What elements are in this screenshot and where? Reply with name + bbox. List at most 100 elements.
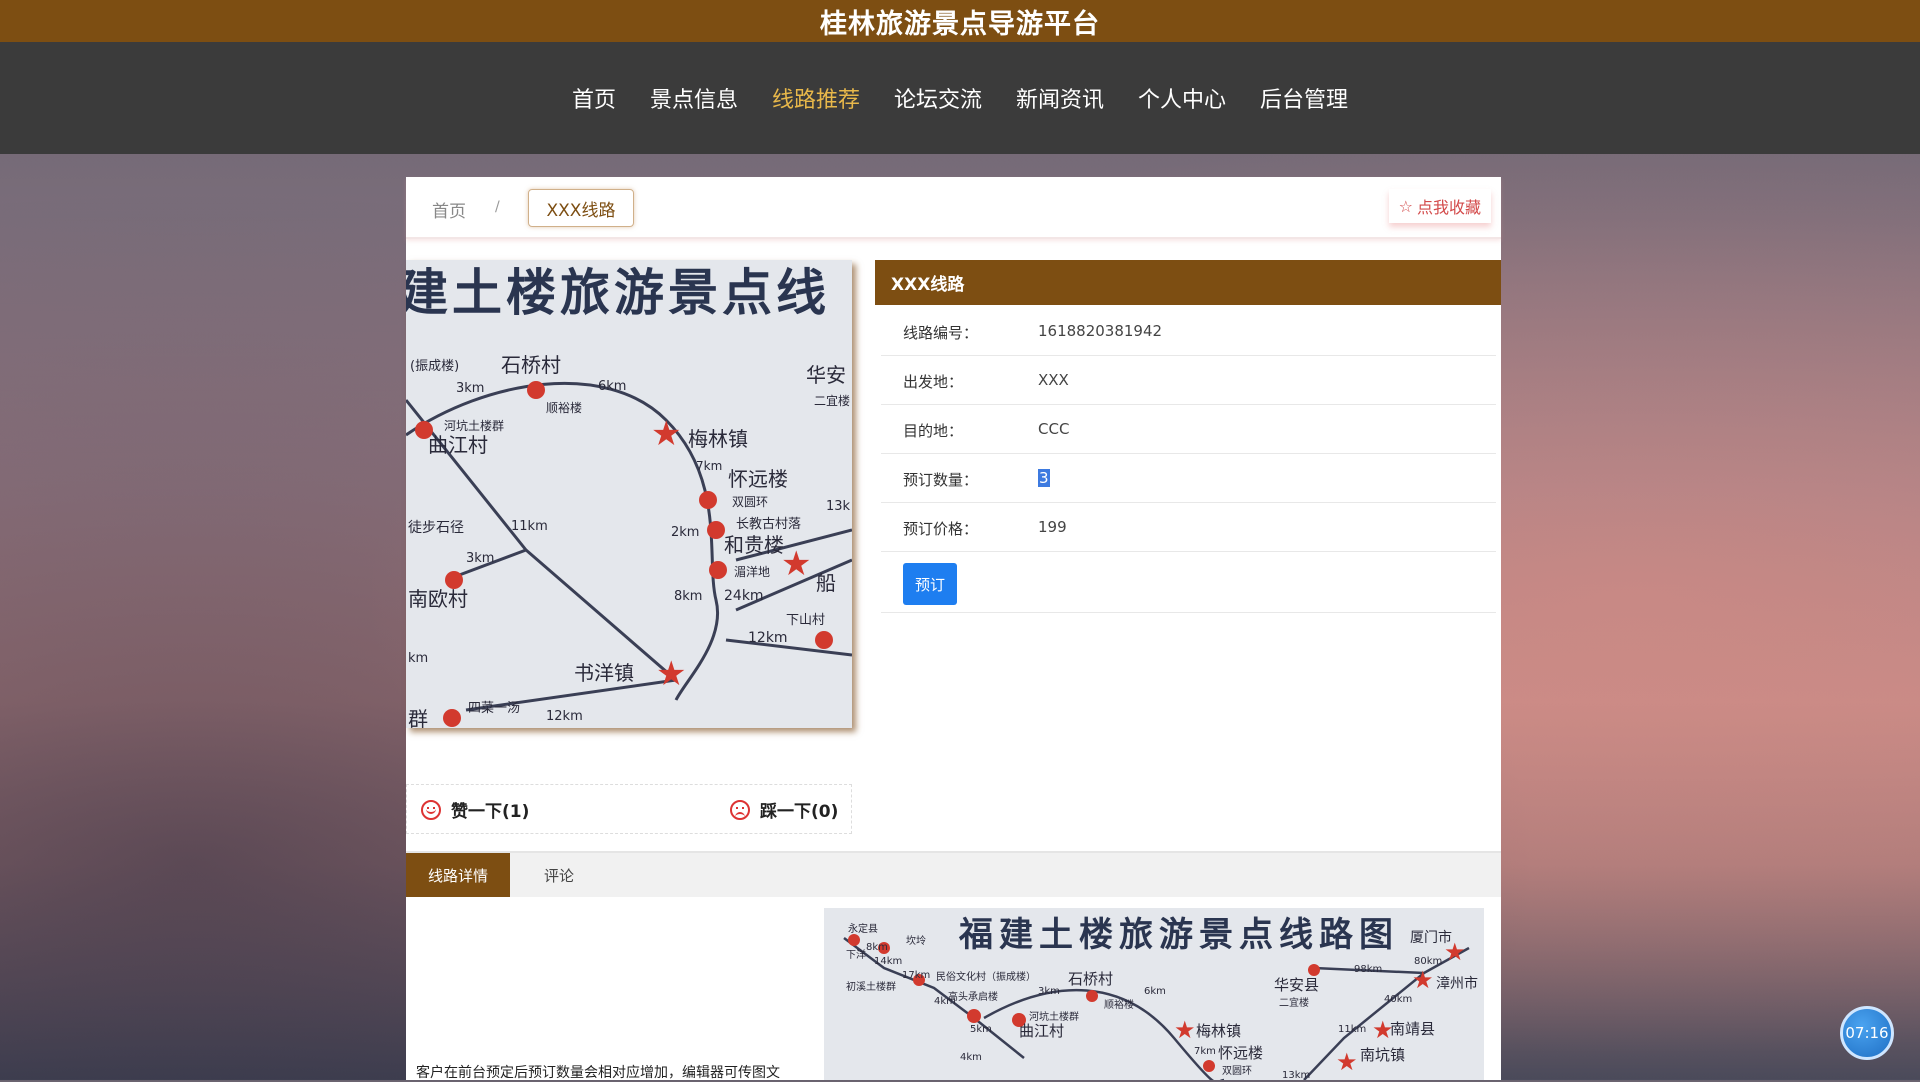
clock-time: 07:16 <box>1845 1024 1889 1042</box>
svg-text:★: ★ <box>1174 1016 1196 1044</box>
vote-bar: 赞一下(1) 踩一下(0) <box>406 784 852 834</box>
map-label: 下洋 <box>846 948 866 961</box>
map-label: 梅林镇 <box>1196 1022 1241 1040</box>
map-label: 和贵楼 <box>724 533 784 557</box>
route-field-row: 预订数量： 3 <box>881 454 1496 503</box>
map-label: 四菜一汤 <box>468 701 520 716</box>
breadcrumb-home[interactable]: 首页 <box>432 197 466 222</box>
map-label: 石桥村 <box>1068 970 1113 988</box>
nav-forum[interactable]: 论坛交流 <box>894 78 982 118</box>
map-label: 曲江村 <box>1019 1022 1064 1040</box>
dislike-button[interactable]: 踩一下(0) <box>730 797 838 822</box>
book-button[interactable]: 预订 <box>903 563 957 605</box>
map-label: 曲江村 <box>428 433 488 457</box>
book-row: 预订 <box>881 557 1496 613</box>
map-label: 华安县 <box>1274 976 1319 994</box>
map-label: 二宜楼 <box>814 393 850 408</box>
map-label: 40km <box>1384 994 1412 1005</box>
map-label: 群 <box>408 707 428 728</box>
map-label: 怀远楼 <box>728 467 788 491</box>
map-label: 4km <box>960 1052 982 1063</box>
map-label: 8km <box>674 589 702 604</box>
detail-description: 客户在前台预定后预订数量会相对应增加，编辑器可传图文 <box>416 1065 780 1081</box>
map-label: 80km <box>1414 956 1442 967</box>
detail-tabs: 线路详情 评论 <box>406 851 1501 897</box>
field-label: 线路编号： <box>903 324 979 342</box>
map-label: 二宜楼 <box>1279 996 1309 1009</box>
map-label: 南坑镇 <box>1360 1046 1405 1064</box>
map-label: 6km <box>1144 986 1166 997</box>
nav-home[interactable]: 首页 <box>572 78 616 118</box>
like-label: 赞一下(1) <box>451 802 530 822</box>
map-label: 下山村 <box>786 613 825 628</box>
map-label: 12km <box>546 709 583 724</box>
field-label: 目的地： <box>903 422 964 440</box>
nav-profile[interactable]: 个人中心 <box>1138 78 1226 118</box>
smile-icon <box>421 799 441 820</box>
route-field-row: 目的地： CCC <box>881 405 1496 454</box>
field-label: 出发地： <box>903 373 964 391</box>
svg-text:★: ★ <box>1336 1048 1358 1076</box>
map-label: 永定县 <box>848 922 878 935</box>
map-label: 11km <box>1338 1024 1366 1035</box>
nav-routes[interactable]: 线路推荐 <box>772 78 860 118</box>
map-label: 98km <box>1354 964 1382 975</box>
map-label: 13k <box>826 499 851 514</box>
map-label: 梅林镇 <box>688 427 748 451</box>
route-image: 建土楼旅游景点线 ★ ★ ★ (振成楼) 石桥村 6km 华安 二宜楼 3km … <box>406 260 852 728</box>
svg-text:★: ★ <box>1412 966 1434 994</box>
floating-clock-button[interactable]: 07:16 <box>1840 1006 1894 1060</box>
map-label: 17km <box>902 970 930 981</box>
route-field-row: 出发地： XXX <box>881 356 1496 405</box>
field-value: CCC <box>1038 420 1070 438</box>
map-label: 南欧村 <box>408 587 468 611</box>
map-label: 怀远楼 <box>1218 1044 1263 1062</box>
like-button[interactable]: 赞一下(1) <box>421 797 529 822</box>
breadcrumb-current: XXX线路 <box>528 189 634 227</box>
map-label: 南靖县 <box>1390 1020 1435 1038</box>
map-label: km <box>408 651 428 666</box>
tab-comments[interactable]: 评论 <box>524 853 594 897</box>
map-label: 书洋镇 <box>574 661 634 685</box>
map-label: 13km <box>1282 1070 1310 1080</box>
svg-text:★: ★ <box>656 654 686 694</box>
map-label: 14km <box>874 956 902 967</box>
map-label: 顺裕楼 <box>546 400 582 415</box>
field-label: 预订数量： <box>903 471 979 489</box>
breadcrumb-separator: / <box>495 199 500 215</box>
map-label: 3km <box>456 381 484 396</box>
map-label: 2km <box>671 525 699 540</box>
nav-attractions[interactable]: 景点信息 <box>650 78 738 118</box>
map-label: 7km <box>1194 1046 1216 1057</box>
map-label: 厦门市 <box>1410 929 1452 946</box>
route-field-row: 线路编号： 1618820381942 <box>881 307 1496 356</box>
map-label: 徒步石径 <box>408 520 464 536</box>
field-value: XXX <box>1038 371 1069 389</box>
frown-icon <box>730 799 750 820</box>
nav-news[interactable]: 新闻资讯 <box>1016 78 1104 118</box>
quantity-selection: 3 <box>1038 469 1050 487</box>
map-label: 船 <box>816 571 836 595</box>
field-value: 199 <box>1038 518 1067 536</box>
route-field-row: 预订价格： 199 <box>881 503 1496 552</box>
map-label: (振成楼) <box>410 359 459 374</box>
field-label: 预订价格： <box>903 520 979 538</box>
map-label: 民俗文化村（振成楼） <box>936 970 1036 983</box>
map-label: 11km <box>511 519 548 534</box>
map-label: 坎坽 <box>906 934 926 947</box>
tab-route-detail[interactable]: 线路详情 <box>406 853 510 897</box>
nav-admin[interactable]: 后台管理 <box>1260 78 1348 118</box>
map-label: 5km <box>970 1024 992 1035</box>
map-label: 8km <box>866 942 888 953</box>
map-label: 石桥村 <box>501 353 561 377</box>
quantity-value[interactable]: 3 <box>1038 469 1050 487</box>
favorite-button[interactable]: ☆ 点我收藏 <box>1389 189 1491 223</box>
field-value: 1618820381942 <box>1038 322 1163 340</box>
map-label: 7km <box>696 459 722 473</box>
breadcrumb: 首页 / XXX线路 ☆ 点我收藏 <box>406 177 1501 239</box>
map-label: 顺裕楼 <box>1104 998 1134 1011</box>
detail-map-graphic: 福建土楼旅游景点线路图 ★★★ ★★ 永定县 坎坽 下洋 8km 14km 17k… <box>824 908 1484 1080</box>
route-title-header: XXX线路 <box>875 260 1501 305</box>
star-icon: ☆ <box>1398 196 1413 216</box>
map-label: 河坑土楼群 <box>444 418 504 433</box>
